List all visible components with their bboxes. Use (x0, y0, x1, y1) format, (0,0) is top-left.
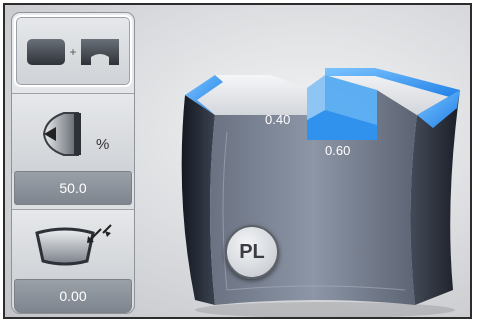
percent-unit: % (96, 136, 110, 153)
percent-value[interactable]: 50.0 (14, 171, 132, 205)
groove-width-label: 0.60 (325, 143, 351, 158)
app-window: + % 50.0 0.00 0.40 0.60 PL (3, 3, 472, 319)
shape-adjust-button[interactable] (12, 209, 134, 281)
svg-text:+: + (69, 45, 76, 59)
profile-pl-button[interactable]: PL (225, 225, 279, 279)
bevel-percent-button[interactable]: % (12, 93, 134, 173)
grooved-block-model (181, 68, 460, 317)
bevel-position-icon (42, 111, 81, 156)
sidebar: + % 50.0 0.00 (11, 12, 135, 314)
groove-depth-label: 0.40 (265, 112, 291, 127)
lens-plus-lens-icon: + (27, 39, 119, 65)
lens-mode-button[interactable]: + (14, 15, 132, 87)
lens-shape-compress-icon (35, 223, 112, 265)
bevel-3d-view: 0.40 0.60 PL (175, 60, 470, 317)
shape-value[interactable]: 0.00 (14, 279, 132, 313)
